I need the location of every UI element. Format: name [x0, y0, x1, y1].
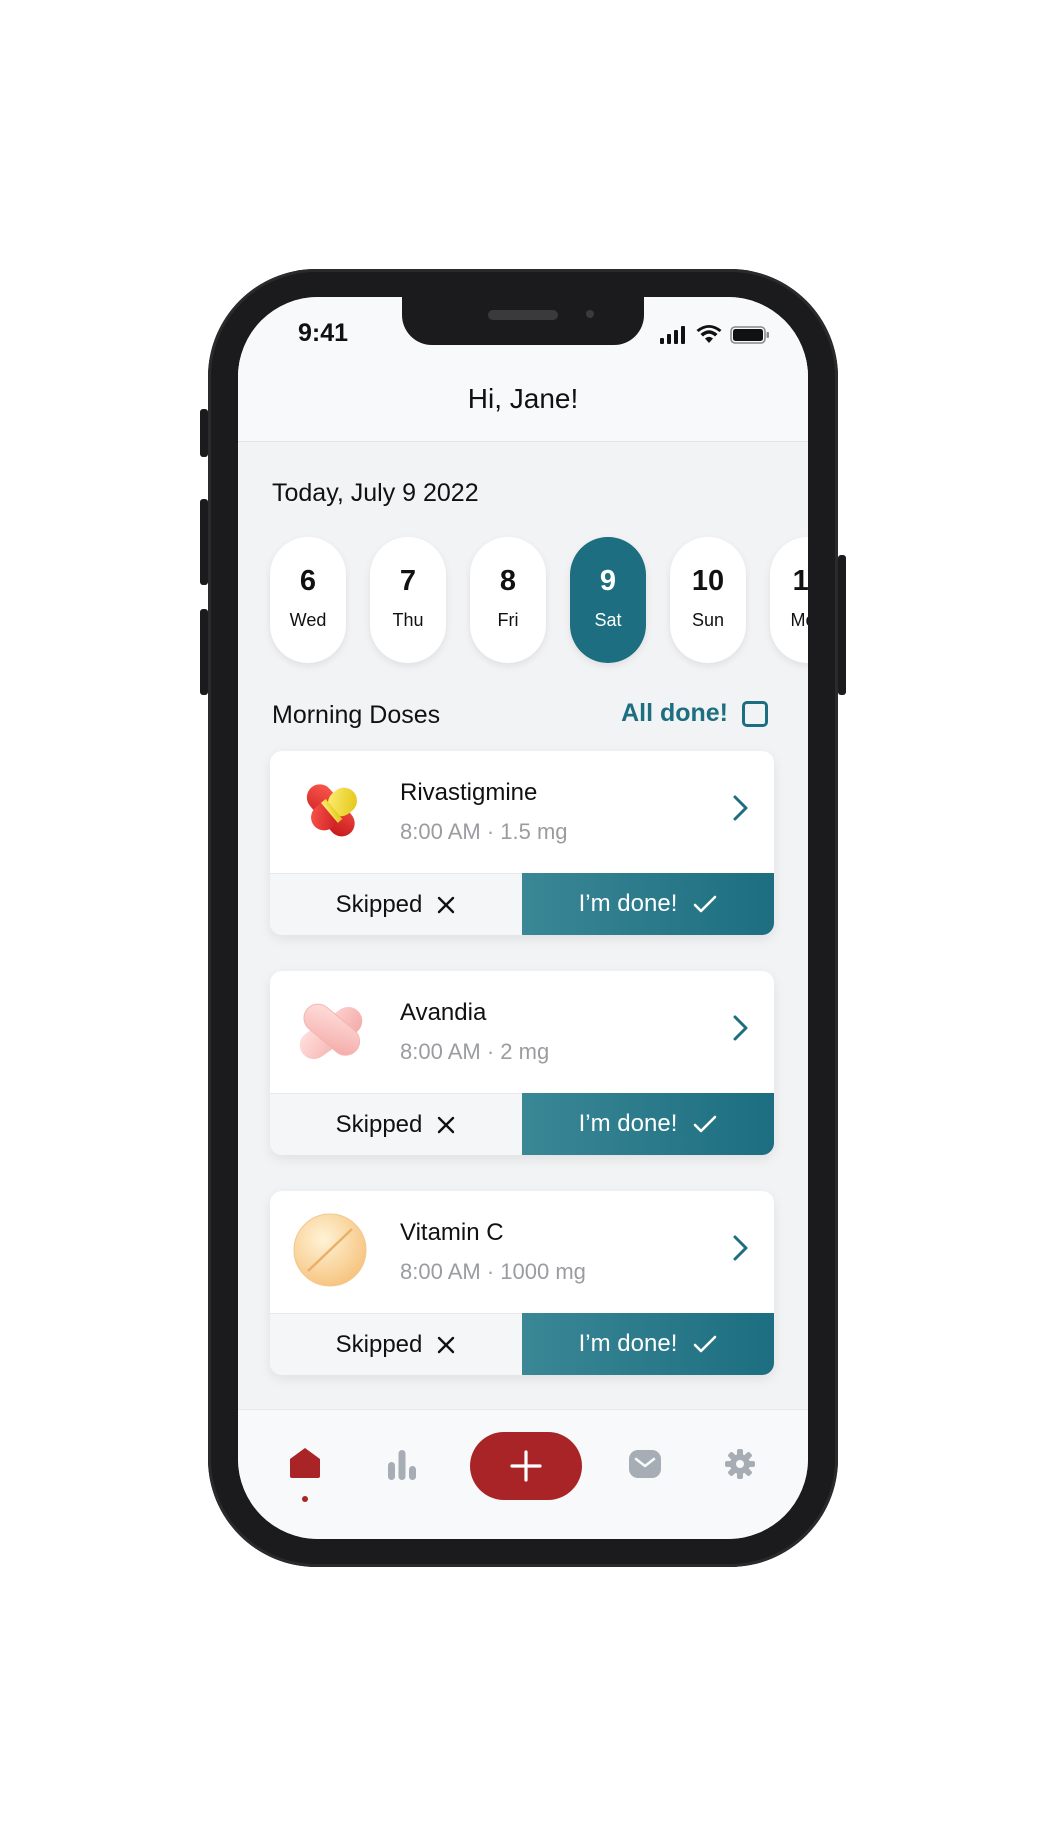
day-mon[interactable]: 11 Mon	[770, 537, 808, 663]
orange-round-tablet-icon	[293, 1213, 367, 1287]
status-icons	[660, 325, 770, 345]
day-number: 6	[299, 565, 317, 597]
home-icon[interactable]	[288, 1446, 322, 1480]
medication-name: Vitamin C	[400, 1219, 504, 1246]
pink-tablet-icon	[299, 1003, 363, 1060]
skipped-label: Skipped	[335, 891, 423, 918]
section-title: Morning Doses	[272, 701, 441, 729]
wifi-icon	[696, 325, 722, 343]
day-name: Wed	[289, 610, 327, 630]
active-tab-indicator	[302, 1496, 308, 1502]
check-icon	[694, 1335, 717, 1353]
volume-down-button	[200, 609, 208, 695]
medication-detail: 8:00 AM · 1000 mg	[400, 1259, 586, 1284]
all-done-label: All done!	[621, 699, 728, 727]
day-fri[interactable]: 8 Fri	[470, 537, 546, 663]
front-camera	[586, 310, 594, 318]
all-done-toggle[interactable]: All done!	[621, 699, 768, 728]
day-name: Sun	[691, 610, 725, 630]
day-name: Fri	[497, 610, 519, 630]
done-label: I’m done!	[578, 1110, 678, 1137]
day-picker: 6 Wed 7 Thu 8 Fri 9 Sat 10 Sun 11 Mon	[270, 537, 808, 665]
medication-name: Rivastigmine	[400, 779, 538, 806]
add-icon	[510, 1450, 542, 1482]
day-number: 7	[399, 565, 417, 597]
day-number: 11	[792, 565, 808, 597]
im-done-button[interactable]: I’m done!	[522, 1313, 774, 1375]
mail-icon[interactable]	[628, 1449, 662, 1479]
speaker	[488, 310, 558, 320]
dose-card[interactable]: Vitamin C 8:00 AM · 1000 mg Skipped I’m …	[270, 1191, 774, 1375]
dose-card[interactable]: Avandia 8:00 AM · 2 mg Skipped I’m done!	[270, 971, 774, 1155]
chevron-right-icon[interactable]	[728, 1233, 752, 1263]
mute-switch	[200, 409, 208, 457]
close-icon	[438, 1336, 455, 1354]
header: Hi, Jane!	[238, 357, 808, 442]
medication-name: Avandia	[400, 999, 487, 1026]
check-icon	[694, 895, 717, 913]
dose-actions: Skipped I’m done!	[270, 873, 774, 935]
im-done-button[interactable]: I’m done!	[522, 1093, 774, 1155]
day-name: Sat	[594, 610, 622, 630]
day-name: Thu	[392, 610, 424, 630]
date-title: Today, July 9 2022	[272, 479, 479, 507]
red-yellow-capsule-icon	[306, 784, 357, 837]
day-number: 10	[691, 565, 725, 597]
add-button[interactable]	[470, 1432, 582, 1500]
battery-icon	[730, 326, 769, 344]
close-icon	[438, 896, 455, 914]
skipped-button[interactable]: Skipped	[270, 1313, 522, 1375]
skipped-label: Skipped	[335, 1111, 423, 1138]
signal-icon	[660, 326, 685, 344]
status-time: 9:41	[298, 319, 349, 347]
settings-icon[interactable]	[724, 1448, 756, 1480]
skipped-button[interactable]: Skipped	[270, 873, 522, 935]
close-icon	[438, 1116, 455, 1134]
day-sat-selected[interactable]: 9 Sat	[570, 537, 646, 663]
power-button	[838, 555, 846, 695]
chevron-right-icon[interactable]	[728, 793, 752, 823]
day-sun[interactable]: 10 Sun	[670, 537, 746, 663]
greeting: Hi, Jane!	[467, 383, 579, 414]
chevron-right-icon[interactable]	[728, 1013, 752, 1043]
day-thu[interactable]: 7 Thu	[370, 537, 446, 663]
day-name: Mon	[790, 610, 808, 630]
tab-bar	[238, 1409, 808, 1539]
medication-detail: 8:00 AM · 2 mg	[400, 1039, 550, 1064]
phone-frame: 9:41 Hi, Jane! Today, July 9 2022 6 Wed …	[200, 269, 846, 1567]
dose-card[interactable]: Rivastigmine 8:00 AM · 1.5 mg Skipped I’…	[270, 751, 774, 935]
day-wed[interactable]: 6 Wed	[270, 537, 346, 663]
day-number: 9	[599, 565, 617, 597]
dose-actions: Skipped I’m done!	[270, 1313, 774, 1375]
volume-up-button	[200, 499, 208, 585]
im-done-button[interactable]: I’m done!	[522, 873, 774, 935]
notch	[402, 297, 644, 345]
day-number: 8	[499, 565, 517, 597]
skipped-button[interactable]: Skipped	[270, 1093, 522, 1155]
screen: 9:41 Hi, Jane! Today, July 9 2022 6 Wed …	[238, 297, 808, 1539]
all-done-checkbox[interactable]	[742, 700, 768, 727]
done-label: I’m done!	[578, 890, 678, 917]
medication-detail: 8:00 AM · 1.5 mg	[400, 819, 568, 844]
check-icon	[694, 1115, 717, 1133]
done-label: I’m done!	[578, 1330, 678, 1357]
dose-actions: Skipped I’m done!	[270, 1093, 774, 1155]
skipped-label: Skipped	[335, 1331, 423, 1358]
stats-icon[interactable]	[386, 1448, 418, 1480]
